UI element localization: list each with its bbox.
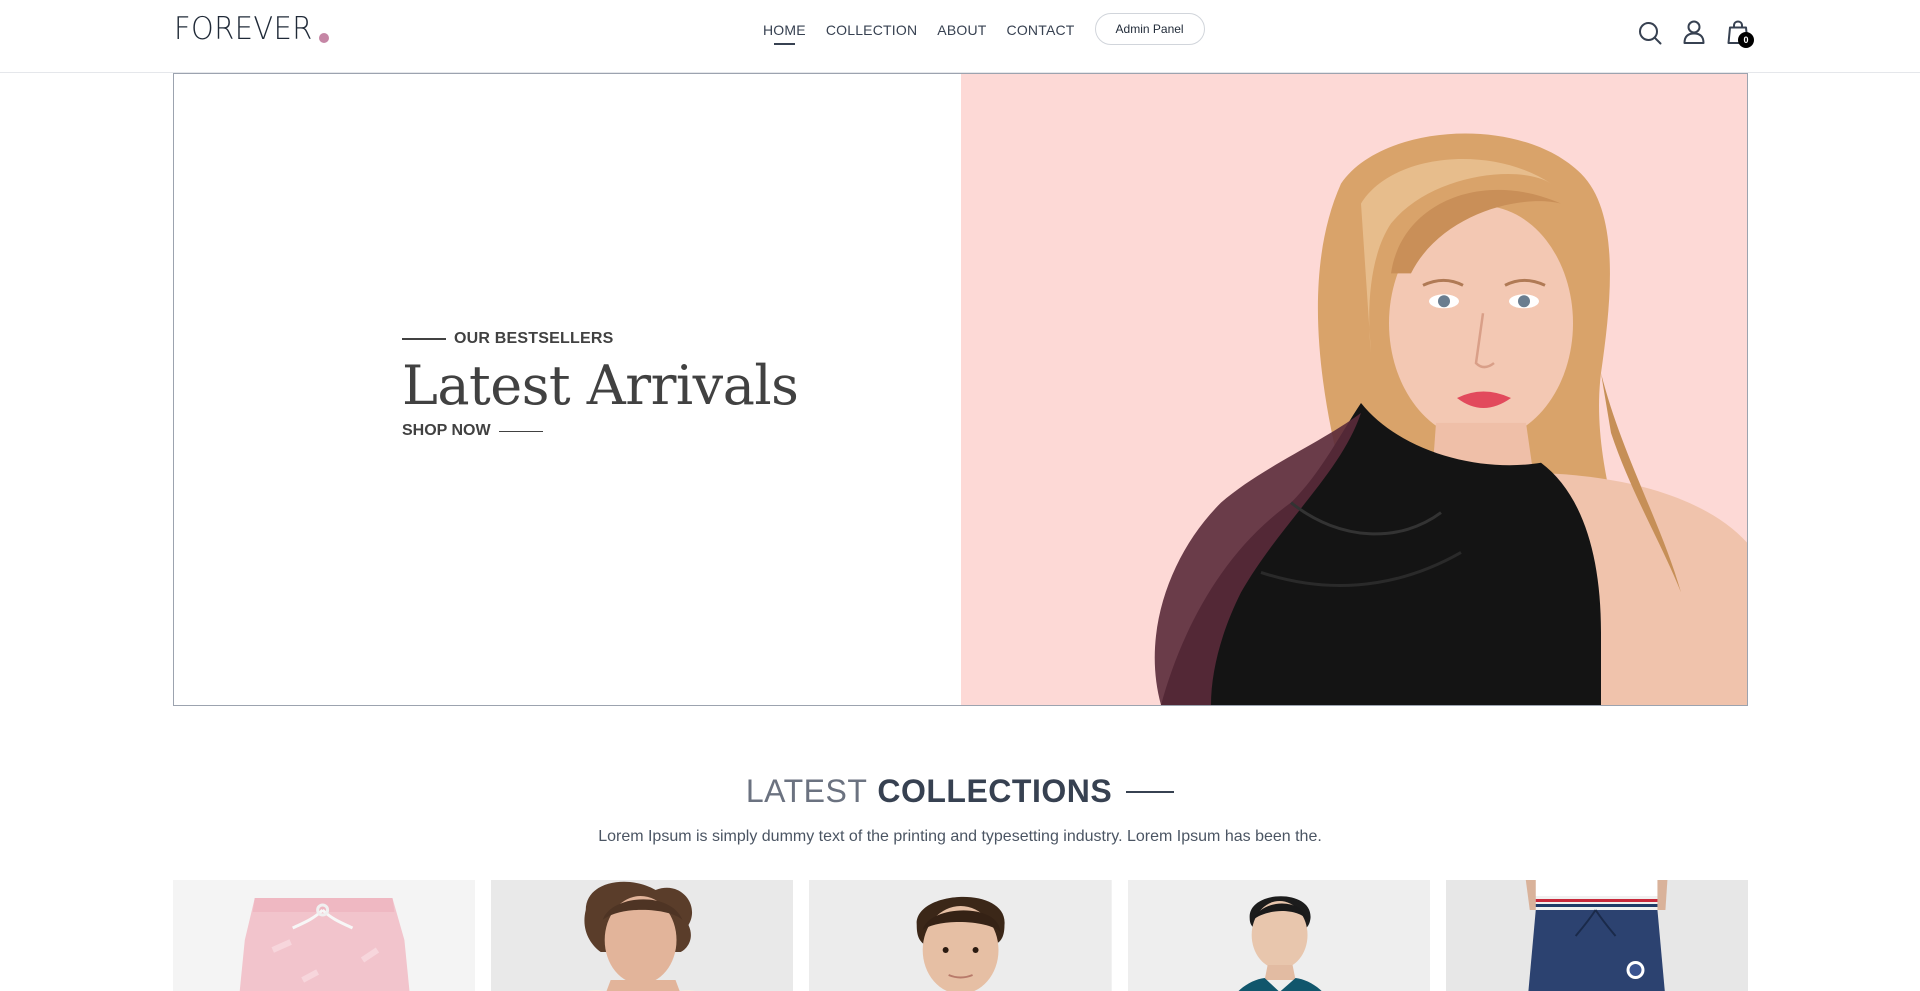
bestseller-row: OUR BESTSELLERS [402,330,798,348]
nav-about[interactable]: ABOUT [937,20,986,45]
product-image-pink-shorts [173,880,476,991]
product-grid [173,880,1749,991]
logo-text: FOREVER [174,11,313,47]
main-nav: HOME COLLECTION ABOUT CONTACT Admin Pane… [763,13,1205,45]
profile-icon[interactable] [1681,19,1707,45]
product-image-boy-portrait [809,880,1112,991]
shop-now-link[interactable]: SHOP NOW [402,422,798,440]
nav-about-label: ABOUT [937,22,987,38]
hero-title: Latest Arrivals [402,354,799,417]
cta-line [498,430,543,432]
hero-text: OUR BESTSELLERS Latest Arrivals SHOP NOW [402,330,799,440]
product-image-navy-track-pants [1445,880,1749,991]
nav-home[interactable]: HOME [763,20,806,45]
product-card[interactable] [173,880,476,991]
search-icon[interactable] [1637,20,1663,46]
product-card[interactable] [1127,880,1430,991]
active-underline [773,43,796,45]
title-line [1126,790,1175,793]
hero-banner: OUR BESTSELLERS Latest Arrivals SHOP NOW [173,73,1748,706]
shop-now-label: SHOP NOW [402,422,491,439]
hero-model-image [961,74,1747,705]
product-card[interactable] [809,880,1112,991]
admin-panel-button[interactable]: Admin Panel [1094,13,1205,45]
nav-collection-label: COLLECTION [825,22,918,38]
product-card[interactable] [491,880,794,991]
hero-eyebrow: OUR BESTSELLERS [454,330,614,347]
logo-dot [319,33,330,43]
product-image-man-curly-hair [491,880,794,991]
title-bold: COLLECTIONS [877,773,1113,809]
brand-logo[interactable]: FOREVER [174,11,330,47]
product-image-woman-teal-jacket [1127,880,1430,991]
product-card[interactable] [1445,880,1749,991]
nav-contact-label: CONTACT [1006,22,1075,38]
eyebrow-line [402,338,446,340]
latest-collections-description: Lorem Ipsum is simply dummy text of the … [598,828,1322,845]
hero-image-panel [961,74,1747,705]
nav-home-label: HOME [763,22,806,38]
latest-collections-title: LATEST COLLECTIONS [0,773,1920,810]
hero-text-panel: OUR BESTSELLERS Latest Arrivals SHOP NOW [174,74,961,705]
title-light: LATEST [745,773,868,809]
cart-count-badge: 0 [1738,32,1754,48]
navbar: FOREVER HOME COLLECTION ABOUT CONTACT Ad… [0,0,1920,73]
nav-collection[interactable]: COLLECTION [826,20,917,45]
nav-contact[interactable]: CONTACT [1007,20,1075,45]
